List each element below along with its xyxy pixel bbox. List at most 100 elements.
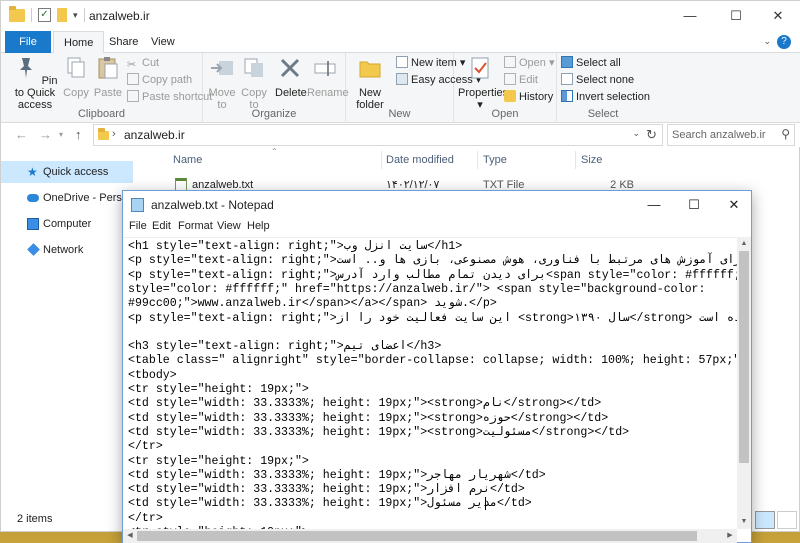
tab-file[interactable]: File [5, 31, 51, 53]
menu-help[interactable]: Help [247, 220, 270, 232]
menu-file[interactable]: File [129, 220, 147, 232]
history-label: History [519, 91, 554, 103]
customize-qat-arrow-icon[interactable]: ▾ [73, 10, 78, 21]
folder-icon [98, 128, 109, 140]
nav-item-computer[interactable]: Computer [1, 213, 133, 235]
forward-arrow-icon[interactable]: → [39, 127, 52, 142]
scroll-down-arrow-icon[interactable]: ▼ [737, 515, 751, 529]
open-button[interactable]: Open ▾ [504, 55, 555, 71]
close-button[interactable]: ✕ [755, 5, 800, 27]
history-button[interactable]: History [504, 89, 553, 105]
cloud-icon [27, 194, 39, 202]
nav-item-label: OneDrive - Personal [43, 192, 133, 204]
notepad-text-line: <p style="text-align: right;">محلی برای … [128, 254, 737, 268]
nav-item-quick-access[interactable]: ★ Quick access [1, 161, 133, 183]
address-dropdown-icon[interactable]: ⌄ [632, 128, 640, 139]
scroll-left-arrow-icon[interactable]: ◀ [123, 529, 137, 543]
copy-path-button[interactable]: Copy path [127, 72, 192, 88]
rename-icon [314, 61, 336, 76]
edit-button[interactable]: Edit [504, 72, 538, 88]
new-folder-button[interactable]: New folder [350, 55, 390, 111]
address-field[interactable]: › anzalweb.ir ⌄ ↻ [93, 124, 663, 146]
column-divider[interactable] [477, 151, 478, 169]
help-icon[interactable]: ? [777, 35, 791, 49]
notepad-text-line: <h1 style="text-align: right;">سایت انزل… [128, 240, 463, 253]
scroll-up-arrow-icon[interactable]: ▲ [737, 237, 751, 251]
nav-item-network[interactable]: Network [1, 239, 133, 261]
address-bar-row: ← → ▾ ↑ › anzalweb.ir ⌄ ↻ Search anzalwe… [1, 123, 800, 147]
new-item-icon [396, 56, 408, 68]
paste-button[interactable]: Paste [93, 55, 123, 99]
vertical-scroll-thumb[interactable] [739, 251, 749, 463]
open-label: Open [519, 57, 546, 69]
new-item-label: New item [411, 57, 457, 69]
menu-format[interactable]: Format [178, 220, 213, 232]
ribbon-home: Pin to Quick access Copy Paste ✂ Cut Copy… [1, 53, 800, 123]
column-header-size[interactable]: Size [581, 151, 602, 169]
clipboard-group-label: Clipboard [77, 108, 126, 120]
column-divider[interactable] [381, 151, 382, 169]
refresh-icon[interactable]: ↻ [646, 127, 657, 143]
copy-to-button[interactable]: Copy to [239, 55, 269, 111]
select-all-label: Select all [576, 57, 621, 69]
scroll-right-arrow-icon[interactable]: ▶ [723, 529, 737, 543]
notepad-text-line: <table class=" alignright" style="border… [128, 354, 737, 368]
quick-access-toolbar: ✓ ▾ [9, 5, 85, 22]
large-icons-view-icon[interactable] [777, 511, 797, 529]
collapse-ribbon-icon[interactable]: ⌄ [763, 36, 771, 47]
maximize-button[interactable]: ☐ [713, 5, 759, 27]
rename-button[interactable]: Rename [307, 55, 349, 99]
move-to-button[interactable]: Move to [207, 55, 237, 111]
nav-item-onedrive[interactable]: OneDrive - Personal [1, 187, 133, 209]
pin-to-quick-access-button[interactable]: Pin to Quick access [7, 55, 63, 111]
ribbon-tabs: File Home Share View ⌄ ? [1, 31, 800, 54]
properties-button[interactable]: Properties ▾ [458, 55, 508, 111]
recent-locations-icon[interactable]: ▾ [59, 130, 63, 139]
pin-icon [19, 58, 32, 78]
explorer-titlebar: ✓ ▾ anzalweb.ir — ☐ ✕ [1, 1, 800, 31]
vertical-scrollbar[interactable]: ▲ ▼ [737, 237, 751, 529]
select-group-label: Select [587, 108, 619, 120]
star-icon: ★ [27, 165, 38, 179]
search-icon: ⚲ [781, 127, 790, 141]
notepad-text-line: #99cc00;">www.anzalweb.ir</span></a></sp… [128, 297, 497, 311]
menu-view[interactable]: View [217, 220, 241, 232]
notepad-minimize-button[interactable]: — [633, 194, 675, 216]
minimize-button[interactable]: — [667, 5, 713, 27]
copy-label: Copy [63, 87, 89, 99]
move-to-icon [211, 61, 233, 75]
tab-view[interactable]: View [141, 31, 185, 53]
notepad-maximize-button[interactable]: ☐ [673, 194, 715, 216]
cut-button[interactable]: ✂ Cut [127, 55, 159, 71]
menu-edit[interactable]: Edit [152, 220, 171, 232]
new-folder-icon [359, 61, 381, 78]
select-none-button[interactable]: Select none [561, 72, 634, 88]
copy-button[interactable]: Copy [61, 55, 91, 99]
notepad-text-line: style="color: #ffffff;" href="https://an… [128, 282, 706, 296]
copy-icon [67, 57, 85, 78]
nav-item-label: Computer [43, 218, 92, 230]
paste-shortcut-button[interactable]: Paste shortcut [127, 89, 212, 105]
breadcrumb-chevron-icon[interactable]: › [112, 128, 116, 140]
new-folder-qat-icon[interactable] [57, 8, 67, 22]
horizontal-scroll-thumb[interactable] [137, 531, 697, 541]
search-input[interactable]: Search anzalweb.ir ⚲ [667, 124, 795, 146]
notepad-close-button[interactable]: ✕ [713, 194, 755, 216]
tab-home[interactable]: Home [53, 31, 105, 54]
select-group: Select all Select none Invert selection … [557, 53, 650, 123]
up-arrow-icon[interactable]: ↑ [75, 127, 82, 142]
back-arrow-icon[interactable]: ← [15, 127, 28, 142]
properties-check-icon[interactable]: ✓ [38, 8, 51, 22]
column-header-type[interactable]: Type [483, 151, 507, 169]
delete-button[interactable]: Delete [275, 55, 307, 99]
nav-item-label: Network [43, 244, 84, 256]
column-divider[interactable] [575, 151, 576, 169]
column-header-date-modified[interactable]: Date modified [386, 151, 454, 169]
horizontal-scrollbar[interactable]: ◀ ▶ [123, 529, 737, 543]
notepad-text-area[interactable]: <h1 style="text-align: right;">سایت انزل… [123, 237, 737, 529]
column-header-name[interactable]: Name [173, 151, 202, 169]
breadcrumb[interactable]: anzalweb.ir [124, 128, 185, 142]
invert-selection-button[interactable]: Invert selection [561, 89, 650, 105]
details-view-icon[interactable] [755, 511, 775, 529]
select-all-button[interactable]: Select all [561, 55, 621, 71]
